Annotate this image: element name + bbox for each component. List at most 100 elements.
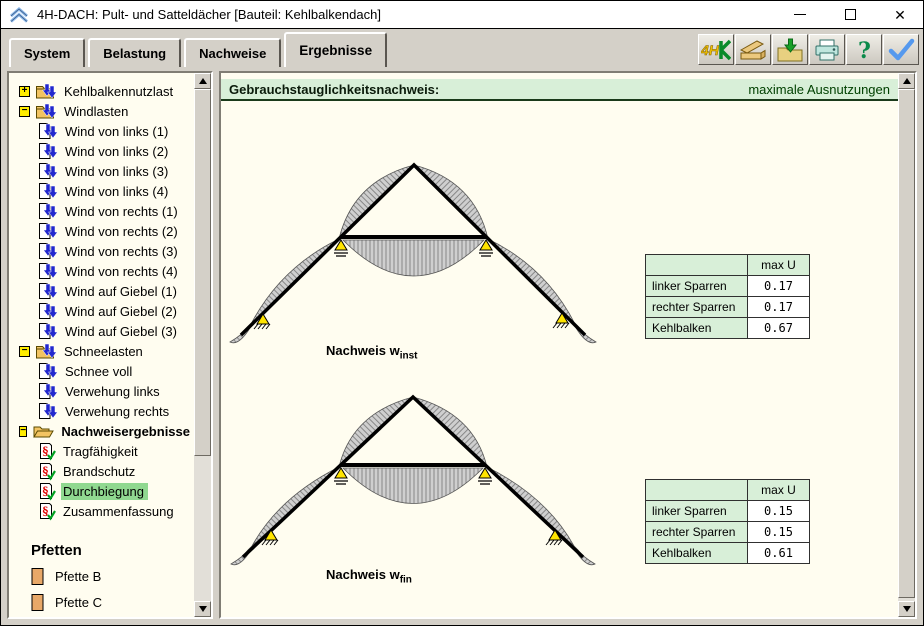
results-scroll-up-button[interactable] <box>898 73 915 89</box>
row-value: 0.17 <box>748 276 810 297</box>
tree-item-label: Pfette B <box>53 568 105 585</box>
tree-item-schneelasten[interactable]: −Schneelasten <box>9 341 194 361</box>
collapse-minus-icon[interactable]: − <box>19 426 27 437</box>
tree-item-wind-von-links-2-[interactable]: Wind von links (2) <box>9 141 194 161</box>
subscript-fin: fin <box>400 575 412 586</box>
print-button[interactable] <box>809 34 845 65</box>
tree-item-wind-auf-giebel-2-[interactable]: Wind auf Giebel (2) <box>9 301 194 321</box>
tree-item-tragfähigkeit[interactable]: §Tragfähigkeit <box>9 441 194 461</box>
pfette-swatch-icon <box>31 567 45 586</box>
maximize-button[interactable] <box>843 8 857 22</box>
collapse-minus-icon[interactable]: − <box>19 346 30 357</box>
tree-item-wind-auf-giebel-3-[interactable]: Wind auf Giebel (3) <box>9 321 194 341</box>
expand-plus-icon[interactable]: + <box>19 86 30 97</box>
tree-item-label: Wind von rechts (4) <box>63 263 182 280</box>
tree-item-kehlbalkennutzlast[interactable]: +Kehlbalkennutzlast <box>9 81 194 101</box>
results-scrollbar[interactable] <box>898 73 915 617</box>
tree-item-wind-von-links-1-[interactable]: Wind von links (1) <box>9 121 194 141</box>
tree-scroll-down-button[interactable] <box>194 601 211 617</box>
tree-item-label: Wind von links (3) <box>63 163 172 180</box>
navigation-tree-panel: +Kehlbalkennutzlast−WindlastenWind von l… <box>7 71 213 619</box>
tree-item-nachweisergebnisse[interactable]: − Nachweisergebnisse <box>9 421 194 441</box>
row-value: 0.61 <box>748 543 810 564</box>
loadcase-document-icon <box>36 322 60 341</box>
tab-ergebnisse[interactable]: Ergebnisse <box>284 32 387 67</box>
tree-item-label: Windlasten <box>62 103 132 120</box>
arrow-up-icon <box>199 78 207 84</box>
logo-4hk-button[interactable]: 4H <box>698 34 734 65</box>
loadcase-document-icon <box>36 182 60 201</box>
table-col-header: max U <box>748 480 810 501</box>
pfette-swatch-icon <box>31 593 45 612</box>
paragraph-check-document-icon: § <box>36 442 58 461</box>
loadcase-document-icon <box>36 282 60 301</box>
tree-item-label: Wind von links (4) <box>63 183 172 200</box>
help-button[interactable]: ? <box>846 34 882 65</box>
row-label: Kehlbalken <box>646 318 748 339</box>
loadcase-document-icon <box>36 262 60 281</box>
load-folder-icon <box>35 82 59 101</box>
confirm-check-icon <box>886 37 916 63</box>
loadcase-document-icon <box>36 202 60 221</box>
svg-text:4H: 4H <box>701 42 720 58</box>
tree-item-windlasten[interactable]: − Windlasten <box>9 101 194 121</box>
tree-item-label: Wind auf Giebel (1) <box>63 283 181 300</box>
tree-item-wind-von-rechts-1-[interactable]: Wind von rechts (1) <box>9 201 194 221</box>
row-label: Kehlbalken <box>646 543 748 564</box>
tree-item-verwehung-links[interactable]: Verwehung links <box>9 381 194 401</box>
confirm-button[interactable] <box>883 34 919 65</box>
row-label: rechter Sparren <box>646 297 748 318</box>
tree-item-brandschutz[interactable]: §Brandschutz <box>9 461 194 481</box>
row-value: 0.15 <box>748 501 810 522</box>
collapse-minus-icon[interactable]: − <box>19 106 30 117</box>
row-label: linker Sparren <box>646 276 748 297</box>
tree-scroll-up-button[interactable] <box>194 73 211 89</box>
tree-item-label: Wind auf Giebel (3) <box>63 323 181 340</box>
loadcase-document-icon <box>36 242 60 261</box>
tree-item-label: Tragfähigkeit <box>61 443 142 460</box>
tree-item-label: Verwehung links <box>63 383 164 400</box>
subscript-inst: inst <box>400 351 418 362</box>
tree-scrollbar[interactable] <box>194 73 211 617</box>
app-roof-icon <box>9 7 29 23</box>
tree-item-wind-von-links-4-[interactable]: Wind von links (4) <box>9 181 194 201</box>
tab-system[interactable]: System <box>9 38 85 67</box>
tab-nachweise[interactable]: Nachweise <box>184 38 281 67</box>
results-scroll-down-button[interactable] <box>898 601 915 617</box>
results-scrollbar-thumb[interactable] <box>898 89 915 598</box>
close-button[interactable]: ✕ <box>893 8 907 22</box>
loadcase-document-icon <box>36 382 60 401</box>
tree-item-wind-auf-giebel-1-[interactable]: Wind auf Giebel (1) <box>9 281 194 301</box>
row-value: 0.15 <box>748 522 810 543</box>
tree-item-wind-von-links-3-[interactable]: Wind von links (3) <box>9 161 194 181</box>
tree-scrollbar-thumb[interactable] <box>194 89 211 456</box>
tree-item-durchbiegung[interactable]: §Durchbiegung <box>9 481 194 501</box>
loadcase-document-icon <box>36 222 60 241</box>
paragraph-check-document-icon: § <box>36 502 58 521</box>
tree-item-zusammenfassung[interactable]: §Zusammenfassung <box>9 501 194 521</box>
tree-item-label: Wind auf Giebel (2) <box>63 303 181 320</box>
tree-list: +Kehlbalkennutzlast−WindlastenWind von l… <box>9 73 194 617</box>
diagram-label-winst: Nachweis winst <box>326 343 417 362</box>
tree-item-label: Zusammenfassung <box>61 503 178 520</box>
roof-diagram-winst <box>230 165 596 343</box>
toolbar: 4H <box>697 34 919 65</box>
arrow-down-icon <box>199 606 207 612</box>
tab-belastung[interactable]: Belastung <box>88 38 181 67</box>
tree-item-label: Nachweisergebnisse <box>59 423 194 440</box>
tree-item-label: Schnee voll <box>63 363 136 380</box>
tree-item-wind-von-rechts-4-[interactable]: Wind von rechts (4) <box>9 261 194 281</box>
timber-button[interactable] <box>735 34 771 65</box>
timber-icon <box>738 37 768 63</box>
tree-item-wind-von-rechts-3-[interactable]: Wind von rechts (3) <box>9 241 194 261</box>
tree-item-schnee-voll[interactable]: Schnee voll <box>9 361 194 381</box>
tree-item-label: Wind von rechts (2) <box>63 223 182 240</box>
printer-icon <box>812 37 842 63</box>
minimize-button[interactable] <box>793 8 807 22</box>
tree-item-pfette-b[interactable]: Pfette B <box>9 563 194 589</box>
loadcase-document-icon <box>36 402 60 421</box>
tree-item-pfette-c[interactable]: Pfette C <box>9 589 194 615</box>
tree-item-wind-von-rechts-2-[interactable]: Wind von rechts (2) <box>9 221 194 241</box>
tree-item-verwehung-rechts[interactable]: Verwehung rechts <box>9 401 194 421</box>
save-button[interactable] <box>772 34 808 65</box>
